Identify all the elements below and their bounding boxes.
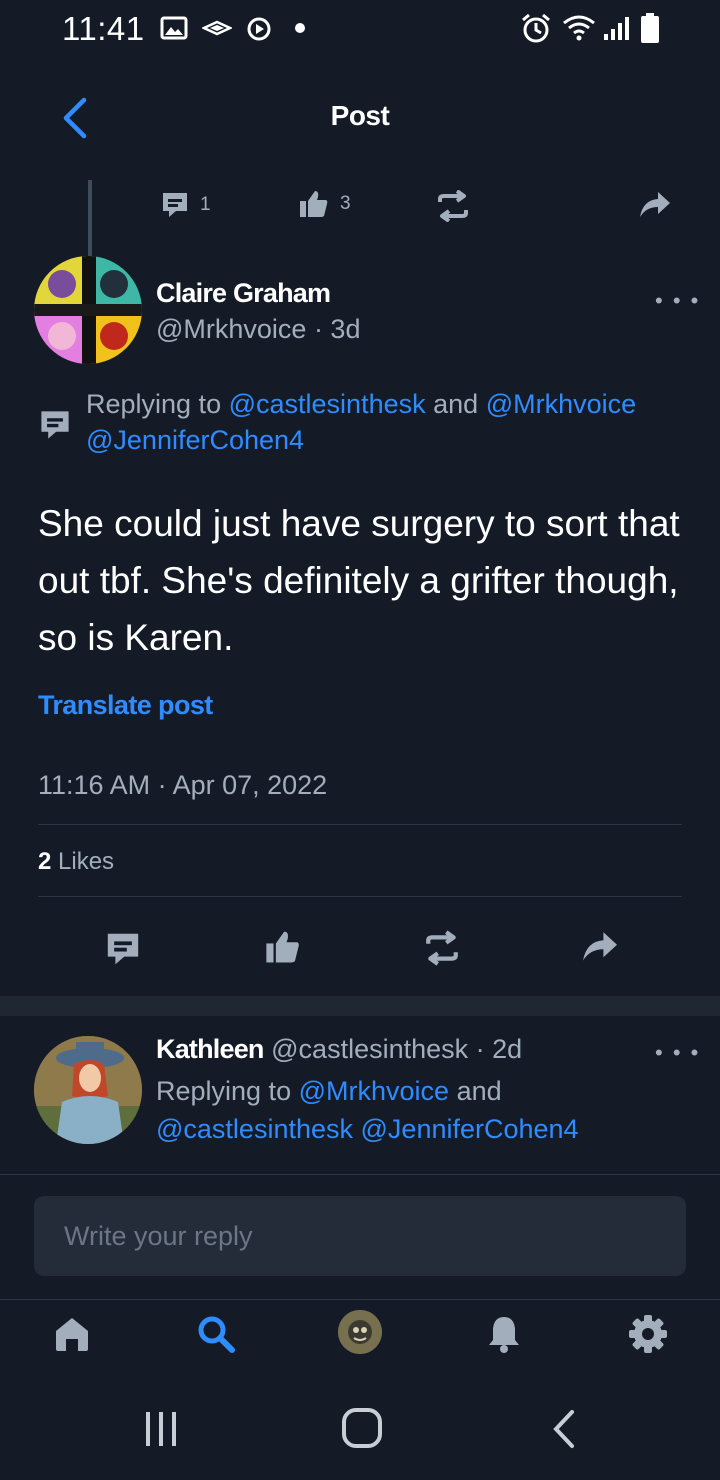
- data-saver-icon: [202, 20, 232, 36]
- bell-icon: [489, 1317, 519, 1353]
- mention-link[interactable]: @castlesinthesk: [229, 389, 426, 419]
- mention-link[interactable]: @JenniferCohen4: [361, 1114, 579, 1144]
- signal-icon: [604, 17, 629, 40]
- nav-notifications[interactable]: [480, 1310, 528, 1358]
- and-word: and: [433, 389, 479, 419]
- notification-dot-icon: [295, 23, 305, 33]
- mention-link[interactable]: @castlesinthesk: [156, 1114, 353, 1144]
- thumbs-up-icon: [300, 191, 328, 217]
- parent-share-button[interactable]: [638, 190, 672, 220]
- wifi-icon: [563, 15, 595, 41]
- mention-link[interactable]: @Mrkhvoice: [299, 1076, 449, 1106]
- thread-line: [88, 180, 92, 260]
- like-button[interactable]: [264, 928, 302, 966]
- comment-icon: [163, 193, 187, 217]
- replying-prefix: Replying to: [86, 389, 222, 419]
- page-title: Post: [330, 100, 390, 131]
- post-replying-to: Replying to @castlesinthesk and @Mrkhvoi…: [86, 386, 686, 458]
- section-separator: [0, 996, 720, 1016]
- share-button[interactable]: [580, 930, 620, 964]
- gear-icon: [629, 1315, 667, 1353]
- post-timestamp: 11:16 AM · Apr 07, 2022: [38, 770, 328, 800]
- post-handle: @Mrkhvoice · 3d: [156, 314, 361, 344]
- parent-comment-count: 1: [200, 194, 211, 215]
- nav-profile-avatar[interactable]: [338, 1310, 382, 1354]
- nav-home[interactable]: [48, 1310, 96, 1358]
- mention-link[interactable]: @Mrkhvoice: [486, 389, 636, 419]
- back-system-button[interactable]: [548, 1408, 580, 1450]
- post-author-name[interactable]: Claire Graham: [156, 278, 331, 309]
- nav-settings[interactable]: [624, 1310, 672, 1358]
- parent-like-count: 3: [340, 193, 351, 214]
- parent-comment-button[interactable]: 1: [160, 190, 211, 220]
- likes-number: 2: [38, 848, 52, 875]
- and-word: and: [456, 1076, 502, 1106]
- recent-apps-button[interactable]: [140, 1408, 182, 1450]
- mention-link[interactable]: @JenniferCohen4: [86, 425, 304, 455]
- nav-search[interactable]: [192, 1310, 240, 1358]
- reply-replying-to: Replying to @Mrkhvoice and @castlesinthe…: [156, 1072, 696, 1148]
- reply-author-line: Kathleen @castlesinthesk · 2d: [156, 1034, 522, 1065]
- parent-repost-button[interactable]: [436, 190, 470, 222]
- repost-button[interactable]: [424, 930, 460, 966]
- translate-post-link[interactable]: Translate post: [38, 690, 213, 721]
- replying-prefix: Replying to: [156, 1076, 292, 1106]
- status-time: 11:41: [62, 10, 145, 47]
- comment-button[interactable]: [104, 930, 142, 968]
- post-text: She could just have surgery to sort that…: [38, 503, 680, 658]
- home-system-button[interactable]: [340, 1406, 384, 1450]
- reply-input[interactable]: [34, 1196, 686, 1276]
- kathleen-avatar[interactable]: [34, 1036, 142, 1144]
- more-icon[interactable]: • • •: [655, 288, 700, 314]
- parent-like-button[interactable]: 3: [298, 188, 351, 220]
- battery-icon: [641, 13, 659, 43]
- claire-avatar[interactable]: [34, 256, 142, 364]
- reply-author-name[interactable]: Kathleen: [156, 1034, 264, 1064]
- reply-handle: @castlesinthesk · 2d: [271, 1034, 523, 1064]
- home-icon: [56, 1318, 88, 1351]
- play-icon: [247, 17, 271, 41]
- status-bar: 11:41: [0, 0, 720, 60]
- gallery-icon: [160, 16, 188, 40]
- replying-comment-icon: [41, 411, 69, 439]
- divider: [38, 896, 682, 897]
- divider: [38, 824, 682, 825]
- likes-count[interactable]: 2 Likes: [38, 848, 114, 876]
- profile-avatar-image: [338, 1310, 382, 1354]
- more-icon[interactable]: • • •: [655, 1040, 700, 1066]
- likes-label: Likes: [58, 848, 115, 875]
- alarm-icon: [522, 13, 550, 43]
- search-icon: [198, 1316, 235, 1353]
